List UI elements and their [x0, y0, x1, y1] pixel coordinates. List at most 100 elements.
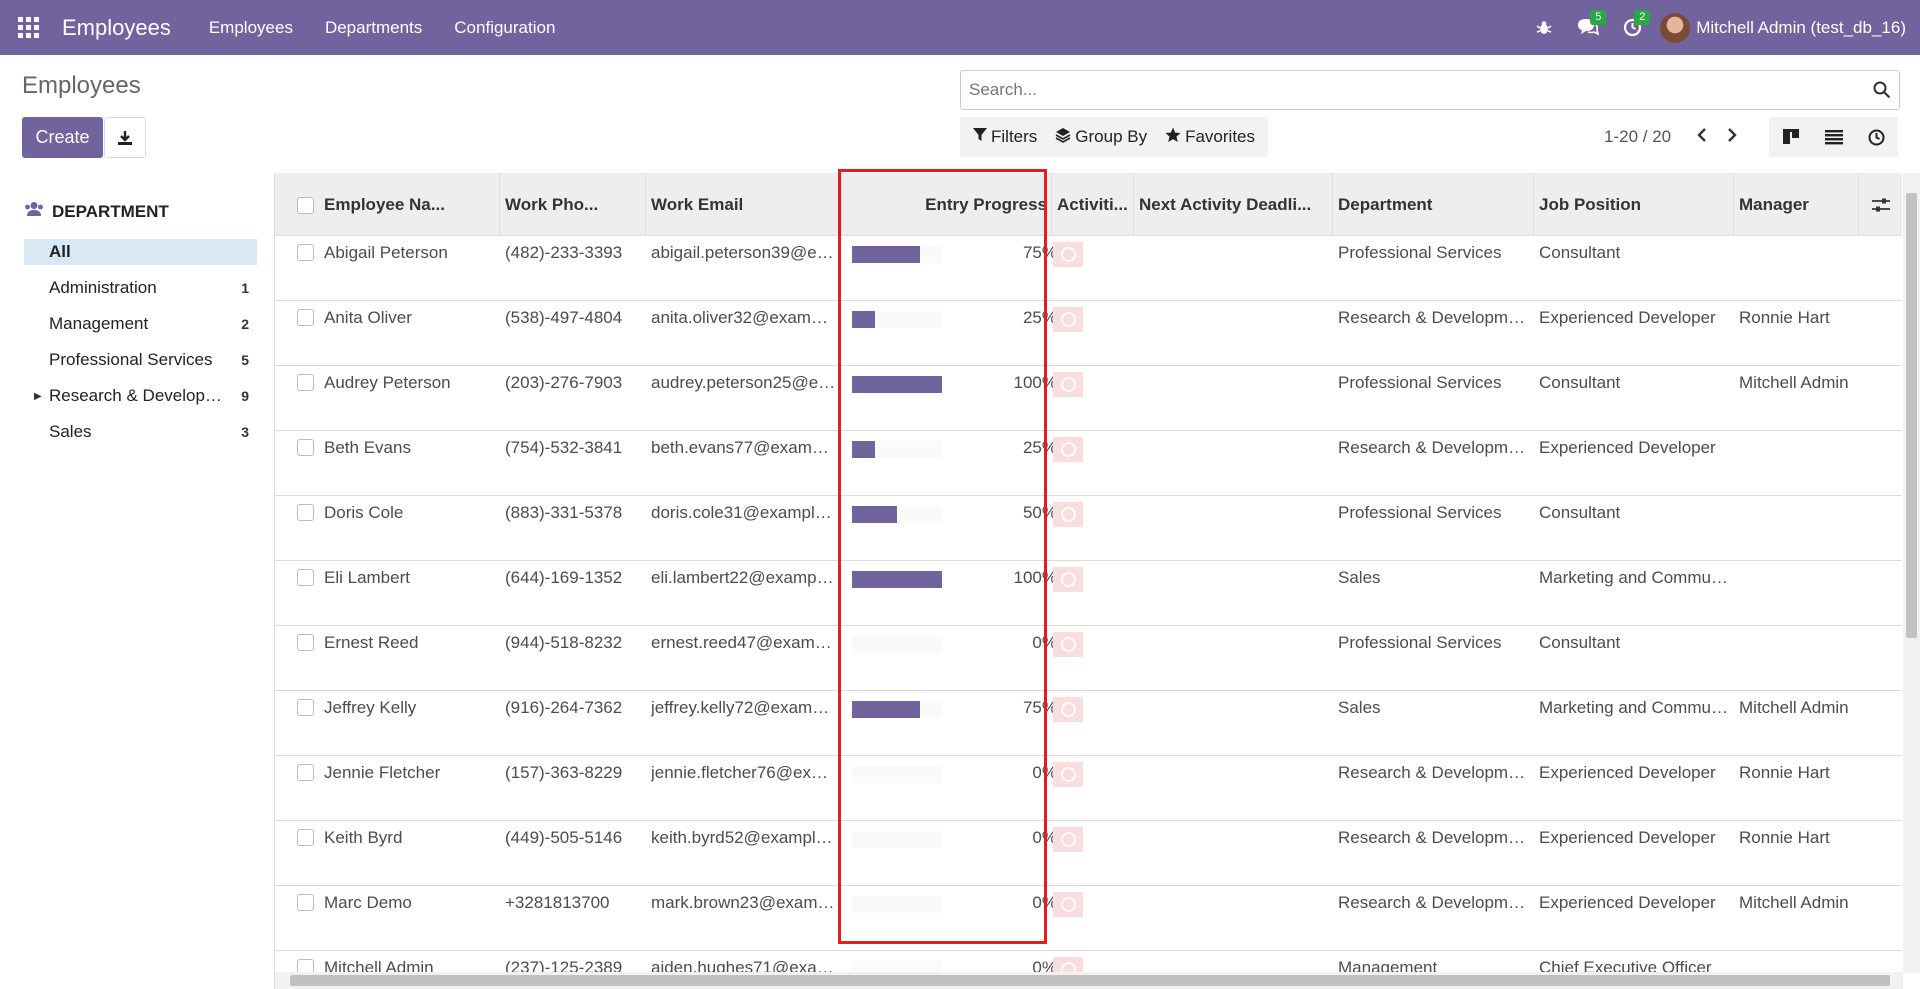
activity-clock-icon[interactable]: [1053, 372, 1083, 397]
row-checkbox[interactable]: [297, 439, 314, 456]
row-checkbox[interactable]: [297, 309, 314, 326]
table-row[interactable]: Mitchell Admin (237)-125-2389 aiden.hughes…: [275, 951, 1902, 973]
vertical-scrollbar[interactable]: [1903, 173, 1920, 973]
cell-work-phone-text: (916)-264-7362: [505, 698, 623, 717]
table-row[interactable]: Doris Cole (883)-331-5378 doris.cole31@exa…: [275, 496, 1902, 561]
entry-progress-value: 100%: [1013, 373, 1057, 392]
entry-progress-fill: [852, 506, 897, 523]
pager-value[interactable]: 1-20 / 20: [1604, 127, 1671, 147]
optional-columns-toggle[interactable]: [1859, 173, 1902, 236]
favorites-button[interactable]: Favorites: [1156, 127, 1264, 147]
row-checkbox[interactable]: [297, 894, 314, 911]
cell-job-position: Chief Executive Officer: [1534, 951, 1734, 973]
row-checkbox[interactable]: [297, 244, 314, 261]
entry-progress-bar: [852, 311, 942, 328]
sidebar-item-count: 3: [241, 424, 249, 440]
activity-clock-icon[interactable]: [1053, 892, 1083, 917]
activity-clock-icon[interactable]: [1053, 567, 1083, 592]
activity-clock-icon[interactable]: [1053, 437, 1083, 462]
cell-work-phone-text: (237)-125-2389: [505, 958, 623, 973]
menu-employees[interactable]: Employees: [193, 18, 309, 38]
group-by-button[interactable]: Group By: [1046, 127, 1156, 147]
row-checkbox[interactable]: [297, 634, 314, 651]
table-row[interactable]: Anita Oliver (538)-497-4804 anita.oliver32…: [275, 301, 1902, 366]
app-menu-icon[interactable]: [0, 0, 56, 55]
cell-employee-name: Keith Byrd: [319, 821, 500, 855]
activity-clock-icon[interactable]: [1053, 632, 1083, 657]
row-checkbox[interactable]: [297, 569, 314, 586]
column-manager[interactable]: Manager: [1734, 173, 1859, 236]
user-menu[interactable]: Mitchell Admin (test_db_16): [1654, 12, 1920, 43]
list-view-icon[interactable]: [1812, 117, 1855, 157]
cell-employee-name-text: Anita Oliver: [324, 308, 412, 327]
activity-clock-icon[interactable]: [1053, 307, 1083, 332]
cell-department-text: Research & Development: [1338, 438, 1529, 457]
row-checkbox[interactable]: [297, 764, 314, 781]
column-job-position[interactable]: Job Position: [1534, 173, 1734, 236]
table-row[interactable]: Jennie Fletcher (157)-363-8229 jennie.flet…: [275, 756, 1902, 821]
activity-clock-icon[interactable]: [1053, 827, 1083, 852]
entry-progress-value: 25%: [1022, 308, 1057, 327]
app-title[interactable]: Employees: [62, 15, 171, 41]
sidebar-item-all[interactable]: All: [24, 239, 257, 265]
download-icon: [118, 130, 132, 145]
search-icon[interactable]: [1865, 81, 1899, 99]
row-checkbox[interactable]: [297, 504, 314, 521]
caret-right-icon[interactable]: ▶: [34, 391, 42, 402]
column-next-activity-deadline[interactable]: Next Activity Deadli...: [1134, 173, 1333, 236]
activity-clock-icon[interactable]: [1053, 762, 1083, 787]
activity-clock-icon[interactable]: [1053, 502, 1083, 527]
table-row[interactable]: Abigail Peterson (482)-233-3393 abigail.pe…: [275, 236, 1902, 301]
cell-work-phone-text: (157)-363-8229: [505, 763, 623, 782]
activity-clock-icon[interactable]: 2: [1610, 0, 1654, 55]
chat-icon[interactable]: 5: [1566, 0, 1610, 55]
sidebar-item-management[interactable]: Management 2: [24, 306, 257, 342]
select-all-checkbox[interactable]: [297, 197, 314, 214]
entry-progress-value: 25%: [1022, 438, 1057, 457]
activity-view-icon[interactable]: [1855, 117, 1898, 157]
user-name: Mitchell Admin (test_db_16): [1696, 17, 1906, 37]
table-row[interactable]: Keith Byrd (449)-505-5146 keith.byrd52@exa…: [275, 821, 1902, 886]
sidebar-item-administration[interactable]: Administration 1: [24, 270, 257, 306]
column-entry-progress[interactable]: Entry Progress: [842, 173, 1052, 236]
table-row[interactable]: Audrey Peterson (203)-276-7903 audrey.pete…: [275, 366, 1902, 431]
table-row[interactable]: Marc Demo +3281813700 mark.brown23@example…: [275, 886, 1902, 951]
table-row[interactable]: Ernest Reed (944)-518-8232 ernest.reed47@e…: [275, 626, 1902, 691]
horizontal-scrollbar[interactable]: [275, 972, 1903, 989]
row-checkbox[interactable]: [297, 699, 314, 716]
column-work-email[interactable]: Work Email: [646, 173, 842, 236]
cell-work-email-text: keith.byrd52@example.com: [651, 828, 837, 847]
pager-next-icon[interactable]: [1717, 127, 1747, 148]
cell-manager: Ronnie Hart: [1734, 301, 1859, 335]
download-button[interactable]: [104, 117, 146, 158]
sidebar-item-sales[interactable]: Sales 3: [24, 414, 257, 450]
sidebar-item-professional-services[interactable]: Professional Services 5: [24, 342, 257, 378]
entry-progress-value: 0%: [1032, 958, 1057, 973]
table-row[interactable]: Jeffrey Kelly (916)-264-7362 jeffrey.kelly…: [275, 691, 1902, 756]
menu-departments[interactable]: Departments: [309, 18, 438, 38]
column-department[interactable]: Department: [1333, 173, 1534, 236]
debug-bug-icon[interactable]: [1522, 0, 1566, 55]
entry-progress-bar: [852, 571, 942, 588]
cell-work-phone-text: (449)-505-5146: [505, 828, 623, 847]
search-input[interactable]: [961, 80, 1865, 100]
row-checkbox[interactable]: [297, 959, 314, 973]
pager-previous-icon[interactable]: [1687, 127, 1717, 148]
table-row[interactable]: Beth Evans (754)-532-3841 beth.evans77@exa…: [275, 431, 1902, 496]
column-employee-name[interactable]: Employee Na...: [319, 173, 500, 236]
entry-progress-value: 0%: [1032, 633, 1057, 652]
activity-clock-icon[interactable]: [1053, 242, 1083, 267]
activity-clock-icon[interactable]: [1053, 957, 1083, 973]
column-work-phone[interactable]: Work Pho...: [500, 173, 646, 236]
activity-clock-icon[interactable]: [1053, 697, 1083, 722]
menu-configuration[interactable]: Configuration: [438, 18, 571, 38]
filters-button[interactable]: Filters: [964, 127, 1046, 147]
create-button[interactable]: Create: [22, 117, 103, 158]
entry-progress-bar: [852, 636, 942, 653]
column-activities[interactable]: Activiti...: [1052, 173, 1134, 236]
kanban-view-icon[interactable]: [1769, 117, 1812, 157]
row-checkbox[interactable]: [297, 374, 314, 391]
row-checkbox[interactable]: [297, 829, 314, 846]
sidebar-item-research-development[interactable]: ▶ Research & Development 9: [24, 378, 257, 414]
table-row[interactable]: Eli Lambert (644)-169-1352 eli.lambert22@e…: [275, 561, 1902, 626]
